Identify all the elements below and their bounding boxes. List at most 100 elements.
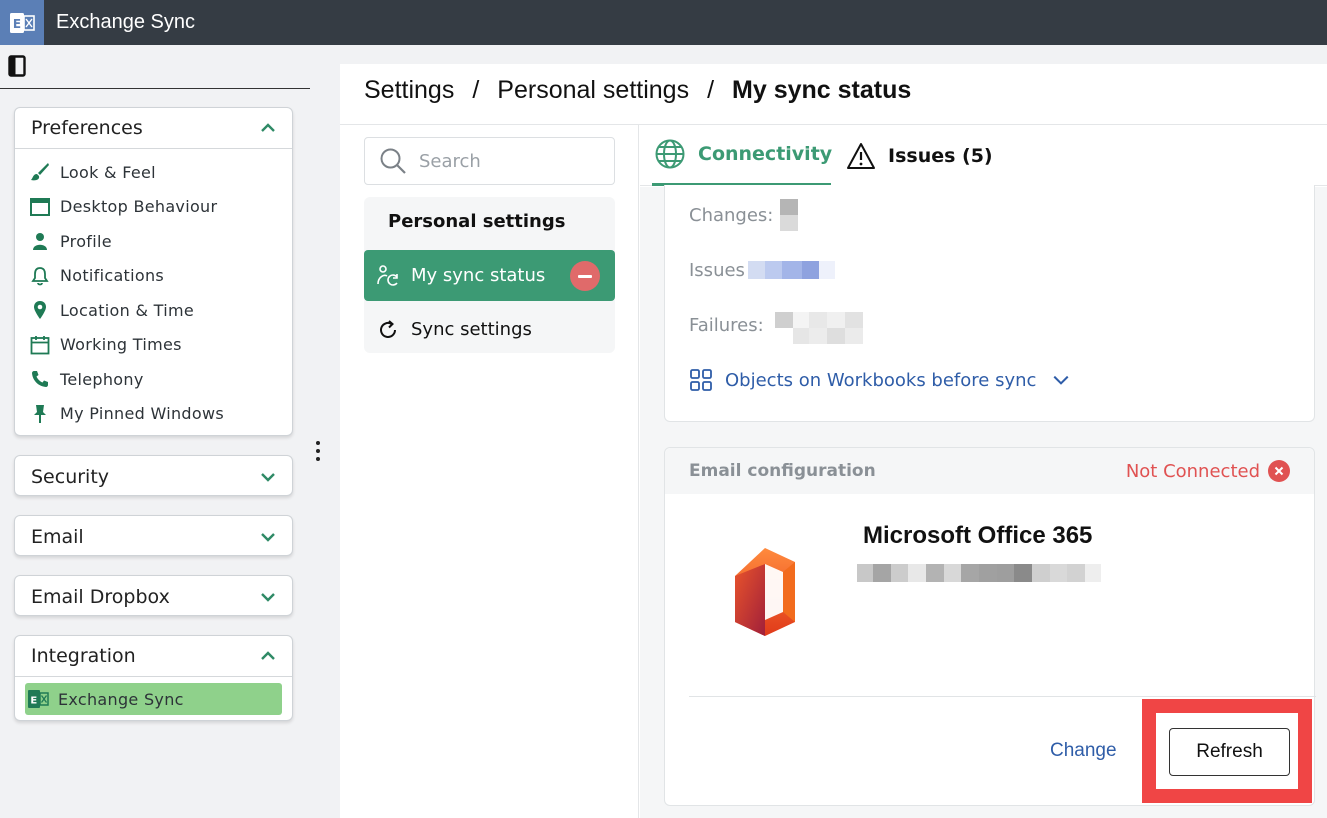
chevron-down-icon <box>1053 375 1069 385</box>
change-button[interactable]: Change <box>1050 740 1117 762</box>
sidebar-item-pinned-windows[interactable]: My Pinned Windows <box>15 397 292 432</box>
tab-label: Issues (5) <box>888 144 993 167</box>
breadcrumb-personal-settings[interactable]: Personal settings <box>497 76 689 105</box>
refresh-icon <box>376 318 400 342</box>
group-label: Preferences <box>31 117 143 139</box>
sidebar-item-label: Location & Time <box>60 300 194 320</box>
tab-label: Connectivity <box>698 143 833 165</box>
nav-heading: Personal settings <box>388 211 566 232</box>
chevron-down-icon <box>261 532 275 542</box>
nav-item-sync-settings[interactable]: Sync settings <box>364 304 615 355</box>
security-header[interactable]: Security <box>15 456 292 497</box>
chevron-down-icon <box>261 472 275 482</box>
svg-text:E: E <box>13 17 21 31</box>
group-label: Security <box>31 465 110 488</box>
objects-on-workbooks-link[interactable]: Objects on Workbooks before sync <box>689 368 1070 392</box>
objects-link-label: Objects on Workbooks before sync <box>725 369 1037 391</box>
app-title: Exchange Sync <box>56 11 195 33</box>
search-input[interactable] <box>419 150 599 172</box>
calendar-icon <box>29 334 51 356</box>
email-configuration-header: Email configuration Not Connected <box>665 448 1314 494</box>
paintbrush-icon <box>29 161 51 183</box>
sidebar-item-working-times[interactable]: Working Times <box>15 328 292 363</box>
nav-item-label: Sync settings <box>411 319 532 340</box>
sidebar-resize-handle[interactable] <box>315 441 321 461</box>
globe-icon <box>654 138 686 170</box>
email-configuration-card: Email configuration Not Connected Micros… <box>664 447 1316 806</box>
group-label: Email <box>31 525 84 548</box>
issues-label: Issues <box>689 260 745 281</box>
sidebar-item-label: Working Times <box>60 335 182 355</box>
changes-label: Changes: <box>689 205 774 226</box>
warning-icon <box>846 142 876 170</box>
security-group[interactable]: Security <box>14 455 293 496</box>
breadcrumb: Settings / Personal settings / My sync s… <box>364 76 911 105</box>
main-panel: Settings / Personal settings / My sync s… <box>340 64 1327 818</box>
tab-issues[interactable]: Issues (5) <box>846 125 993 186</box>
tab-content: Changes: Issues Failures: Objects on Wor… <box>640 185 1327 818</box>
exchange-app-icon: E <box>0 0 44 45</box>
redacted-value <box>780 199 798 231</box>
redacted-value <box>775 312 863 344</box>
sidebar-item-label: Notifications <box>60 266 165 286</box>
sidebar-item-label: Profile <box>60 231 112 251</box>
nav-item-my-sync-status[interactable]: My sync status <box>364 250 615 301</box>
sidebar-item-look-feel[interactable]: Look & Feel <box>15 155 292 190</box>
person-icon <box>29 230 51 252</box>
group-label: Email Dropbox <box>31 585 170 608</box>
sidebar-item-exchange-sync[interactable]: E Exchange Sync <box>25 683 282 715</box>
group-label: Integration <box>31 645 136 667</box>
sidebar-item-location-time[interactable]: Location & Time <box>15 293 292 328</box>
sidebar-item-profile[interactable]: Profile <box>15 224 292 259</box>
redacted-value <box>748 261 835 279</box>
sidebar-item-label: Telephony <box>60 369 144 389</box>
exchange-icon: E <box>27 688 49 710</box>
integration-group: Integration E Exchange Sync <box>14 635 293 721</box>
sync-person-icon <box>376 264 400 288</box>
integration-header[interactable]: Integration <box>15 636 292 677</box>
sidebar-divider <box>0 88 310 89</box>
sidebar-item-label: Look & Feel <box>60 162 156 182</box>
grid-icon <box>689 368 713 392</box>
office-365-logo-icon <box>725 546 801 638</box>
preferences-group: Preferences Look & Feel Desktop Behaviou… <box>14 107 293 436</box>
svg-text:E: E <box>30 696 37 707</box>
status-text: Not Connected <box>1125 460 1260 482</box>
settings-nav: Personal settings My sync status Sync se… <box>364 197 615 353</box>
provider-name: Microsoft Office 365 <box>863 522 1093 549</box>
chevron-up-icon <box>261 651 275 660</box>
email-dropbox-header[interactable]: Email Dropbox <box>15 576 292 617</box>
search-icon <box>380 148 406 174</box>
column-divider <box>638 125 639 818</box>
email-header[interactable]: Email <box>15 516 292 557</box>
email-configuration-title: Email configuration <box>689 461 876 481</box>
search-box[interactable] <box>364 137 615 185</box>
redacted-email <box>857 564 1101 582</box>
refresh-button[interactable]: Refresh <box>1169 728 1290 776</box>
nav-item-label: My sync status <box>411 265 546 286</box>
location-pin-icon <box>29 299 51 321</box>
breadcrumb-current: My sync status <box>732 76 912 104</box>
breadcrumb-separator: / <box>707 76 715 104</box>
window-icon <box>29 196 51 218</box>
error-x-icon <box>1268 460 1290 482</box>
preferences-header[interactable]: Preferences <box>15 108 292 149</box>
sidebar-item-label: Exchange Sync <box>58 689 184 709</box>
email-dropbox-group[interactable]: Email Dropbox <box>14 575 293 616</box>
sidebar-toggle-icon[interactable] <box>8 55 26 77</box>
sidebar-item-telephony[interactable]: Telephony <box>15 362 292 397</box>
bell-icon <box>29 265 51 287</box>
title-bar: E Exchange Sync <box>0 0 1327 45</box>
breadcrumb-separator: / <box>472 76 480 104</box>
pin-icon <box>29 403 51 425</box>
email-group[interactable]: Email <box>14 515 293 556</box>
connection-status: Not Connected <box>1126 460 1290 482</box>
failures-label: Failures: <box>689 315 764 336</box>
card-divider <box>689 696 1316 697</box>
breadcrumb-settings[interactable]: Settings <box>364 76 454 105</box>
chevron-up-icon <box>261 123 275 132</box>
tab-connectivity[interactable]: Connectivity <box>652 125 833 186</box>
sidebar-item-notifications[interactable]: Notifications <box>15 259 292 294</box>
minus-circle-icon <box>570 261 600 291</box>
sidebar-item-desktop-behaviour[interactable]: Desktop Behaviour <box>15 190 292 225</box>
